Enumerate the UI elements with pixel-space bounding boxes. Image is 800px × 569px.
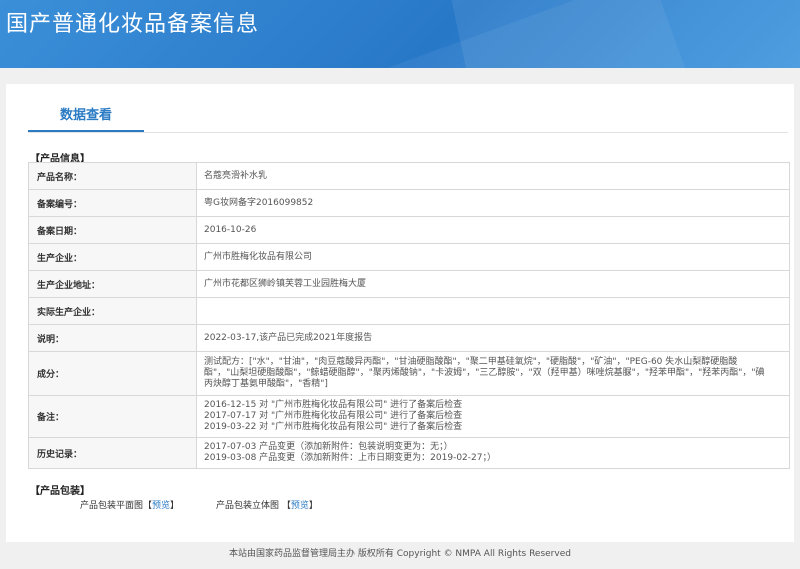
row-value: 2022-03-17,该产品已完成2021年度报告 (196, 324, 790, 352)
row-value: 广州市胜梅化妆品有限公司 (196, 243, 790, 271)
preview-flat-link[interactable]: 预览 (152, 501, 170, 511)
table-row: 成分： 测试配方：["水"，"甘油"，"肉豆蔻酸异丙酯"，"甘油硬脂酸酯"，"聚… (28, 351, 790, 396)
table-row: 生产企业： 广州市胜梅化妆品有限公司 (28, 243, 790, 271)
bracket-open: 【 (281, 501, 291, 511)
table-row: 说明： 2022-03-17,该产品已完成2021年度报告 (28, 324, 790, 352)
row-label: 生产企业： (28, 243, 197, 271)
row-value: 2016-10-26 (196, 216, 790, 244)
page-header: 国产普通化妆品备案信息 (0, 0, 800, 68)
preview-stereo-link[interactable]: 预览 (291, 501, 309, 511)
packaging-flat-item: 产品包装平面图【预览】 (80, 498, 179, 511)
row-label: 成分： (28, 351, 197, 396)
content-panel: 数据查看 【产品信息】 产品名称： 名蔻亮滑补水乳 备案编号： 粤G妆网备字20… (6, 84, 794, 542)
tab-label: 数据查看 (59, 108, 112, 123)
packaging-flat-label: 产品包装平面图 (80, 501, 144, 511)
footer-copyright: 本站由国家药品监督管理局主办 版权所有 Copyright © NMPA All… (229, 549, 571, 559)
tab-data-view[interactable]: 数据查看 (28, 84, 144, 132)
packaging-section-title: 【产品包装】 (30, 486, 90, 497)
table-row: 备案日期： 2016-10-26 (28, 216, 790, 244)
table-row: 产品名称： 名蔻亮滑补水乳 (28, 162, 790, 190)
product-info-table: 产品名称： 名蔻亮滑补水乳 备案编号： 粤G妆网备字2016099852 备案日… (28, 162, 790, 469)
remarks-value: 2016-12-15 对 "广州市胜梅化妆品有限公司" 进行了备案后检查 201… (196, 395, 790, 438)
row-label: 备注： (28, 395, 197, 438)
history-value: 2017-07-03 产品变更（添加新附件：包装说明变更为：无；） 2019-0… (196, 437, 790, 469)
packaging-stereo-label: 产品包装立体图 (216, 501, 280, 511)
table-row: 实际生产企业： (28, 297, 790, 325)
remark-line: 2017-07-17 对 "广州市胜梅化妆品有限公司" 进行了备案后检查 (204, 411, 463, 421)
history-line: 2019-03-08 产品变更（添加新附件：上市日期变更为：2019-02-27… (204, 453, 496, 463)
table-row: 历史记录： 2017-07-03 产品变更（添加新附件：包装说明变更为：无；） … (28, 437, 790, 469)
bracket-close: 】 (308, 501, 318, 511)
page-title: 国产普通化妆品备案信息 (6, 12, 260, 37)
remark-line: 2016-12-15 对 "广州市胜梅化妆品有限公司" 进行了备案后检查 (204, 400, 463, 410)
table-row: 备案编号： 粤G妆网备字2016099852 (28, 189, 790, 217)
packaging-stereo-item: 产品包装立体图 【预览】 (216, 498, 318, 511)
row-label: 备案编号： (28, 189, 197, 217)
remark-line: 2019-03-22 对 "广州市胜梅化妆品有限公司" 进行了备案后检查 (204, 422, 463, 432)
bracket-open: 【 (143, 501, 153, 511)
ingredients-value: 测试配方：["水"，"甘油"，"肉豆蔻酸异丙酯"，"甘油硬脂酸酯"，"聚二甲基硅… (196, 351, 790, 396)
row-label: 说明： (28, 324, 197, 352)
row-value: 粤G妆网备字2016099852 (196, 189, 790, 217)
row-label: 产品名称： (28, 162, 197, 190)
row-label: 历史记录： (28, 437, 197, 469)
table-row: 备注： 2016-12-15 对 "广州市胜梅化妆品有限公司" 进行了备案后检查… (28, 395, 790, 438)
history-line: 2017-07-03 产品变更（添加新附件：包装说明变更为：无；） (204, 442, 453, 452)
bracket-close: 】 (170, 501, 180, 511)
table-row: 生产企业地址： 广州市花都区狮岭镇芙蓉工业园胜梅大厦 (28, 270, 790, 298)
row-label: 实际生产企业： (28, 297, 197, 325)
row-label: 备案日期： (28, 216, 197, 244)
row-value: 名蔻亮滑补水乳 (196, 162, 790, 190)
row-value (196, 297, 790, 325)
row-label: 生产企业地址： (28, 270, 197, 298)
row-value: 广州市花都区狮岭镇芙蓉工业园胜梅大厦 (196, 270, 790, 298)
tab-divider (28, 132, 788, 133)
